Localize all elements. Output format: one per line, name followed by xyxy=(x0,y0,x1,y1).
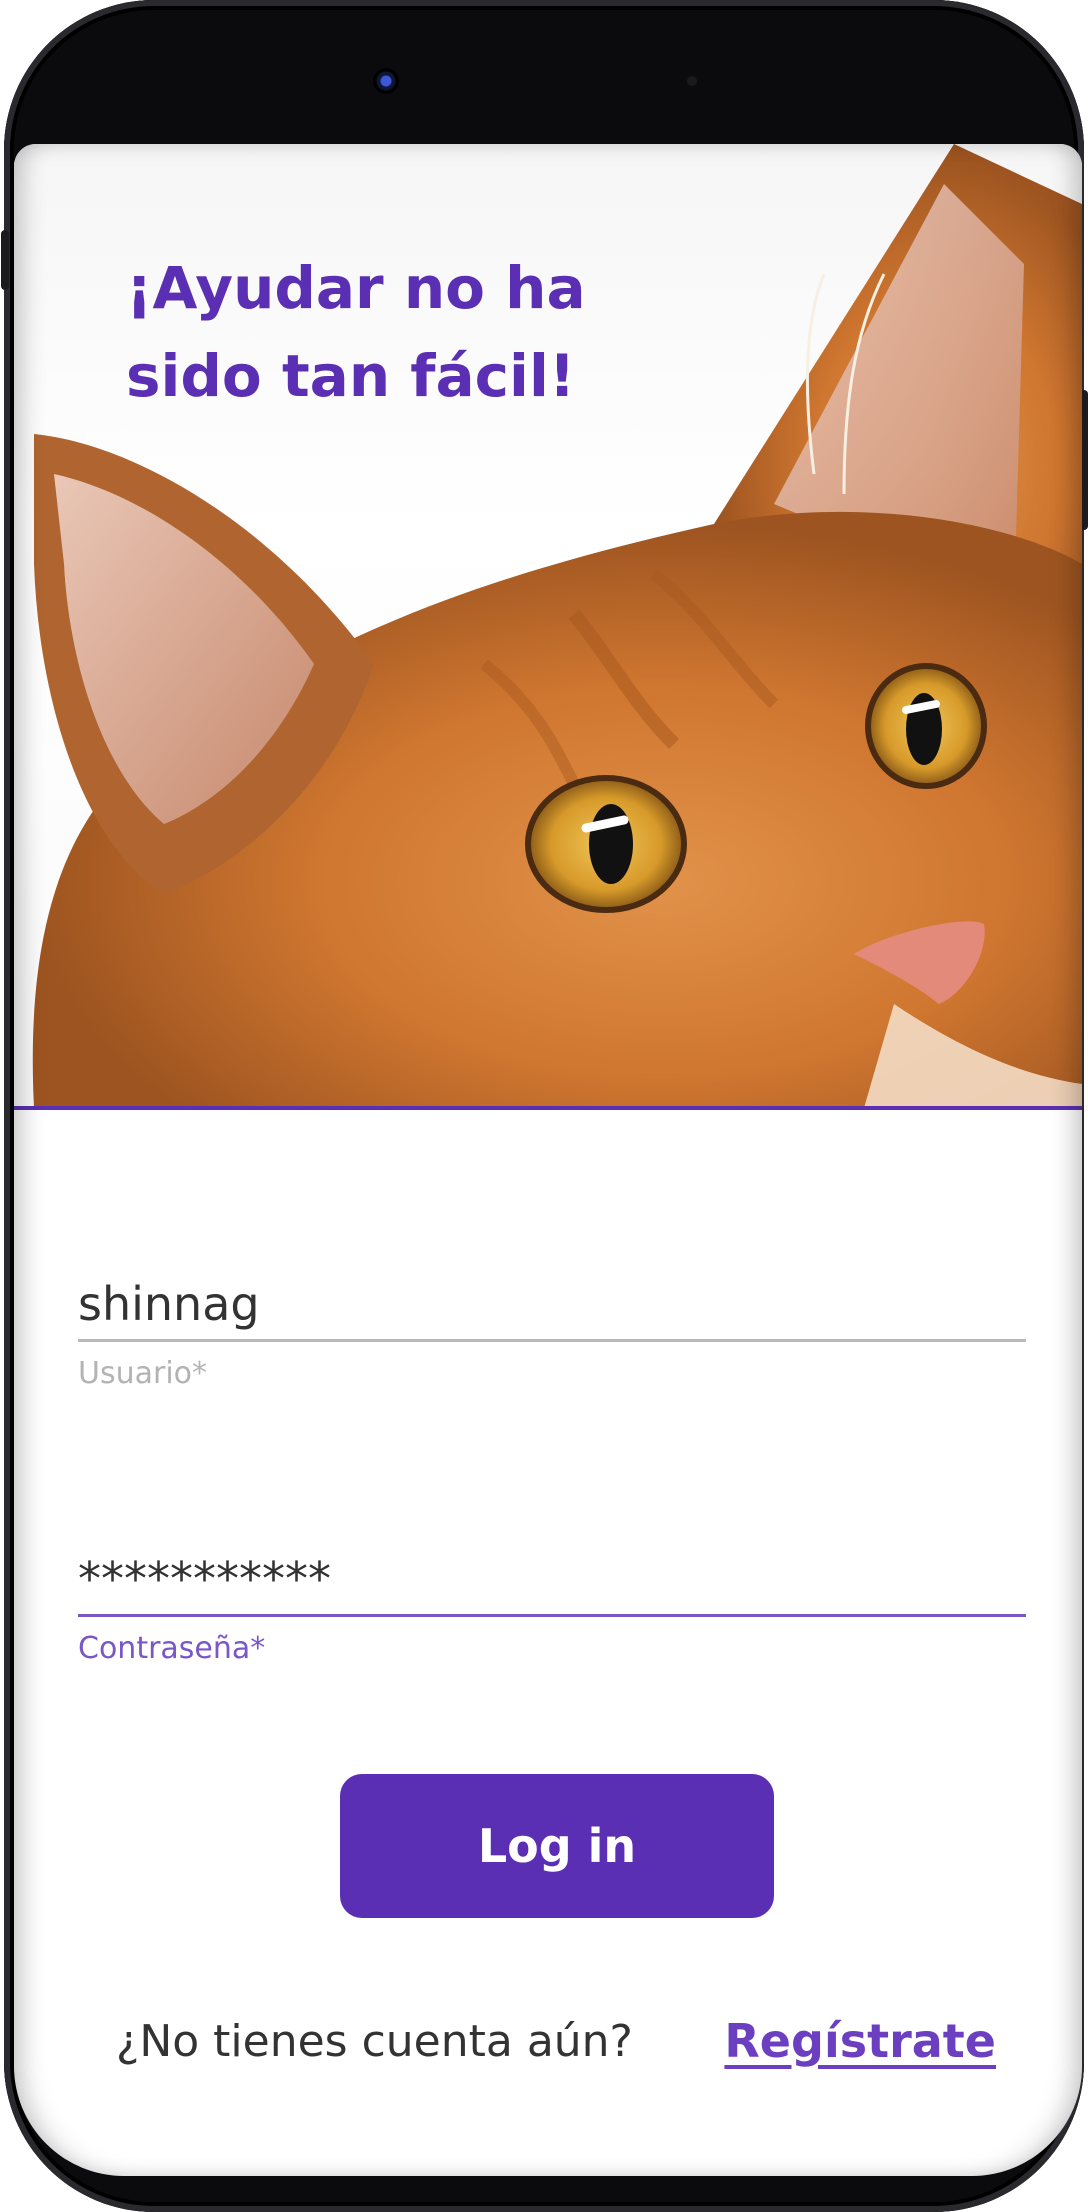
proximity-sensor xyxy=(687,76,697,86)
hero-title: ¡Ayudar no ha sido tan fácil! xyxy=(126,244,686,420)
hero-title-line1: ¡Ayudar no ha xyxy=(126,254,586,322)
hero-banner: ¡Ayudar no ha sido tan fácil! xyxy=(14,144,1082,1108)
hero-title-line2: sido tan fácil! xyxy=(126,342,576,410)
phone-frame: ¡Ayudar no ha sido tan fácil! shinnag Us… xyxy=(1,0,1088,2212)
username-input[interactable]: shinnag xyxy=(78,1269,1026,1339)
password-field[interactable]: *********** Contraseña* xyxy=(78,1544,1026,1666)
register-link[interactable]: Regístrate xyxy=(724,2014,996,2068)
username-field[interactable]: shinnag Usuario* xyxy=(78,1269,1026,1391)
front-camera-icon xyxy=(373,68,399,94)
no-account-text: ¿No tienes cuenta aún? xyxy=(116,2015,633,2067)
username-label: Usuario* xyxy=(78,1356,208,1391)
username-underline xyxy=(78,1339,1026,1342)
password-label: Contraseña* xyxy=(78,1631,266,1666)
password-underline xyxy=(78,1614,1026,1617)
hero-divider xyxy=(14,1106,1082,1110)
register-row: ¿No tienes cuenta aún? Regístrate xyxy=(116,2006,996,2076)
app-screen: ¡Ayudar no ha sido tan fácil! shinnag Us… xyxy=(14,144,1082,2176)
password-input[interactable]: *********** xyxy=(78,1544,1026,1614)
login-button[interactable]: Log in xyxy=(340,1774,774,1918)
volume-button xyxy=(1,230,9,290)
